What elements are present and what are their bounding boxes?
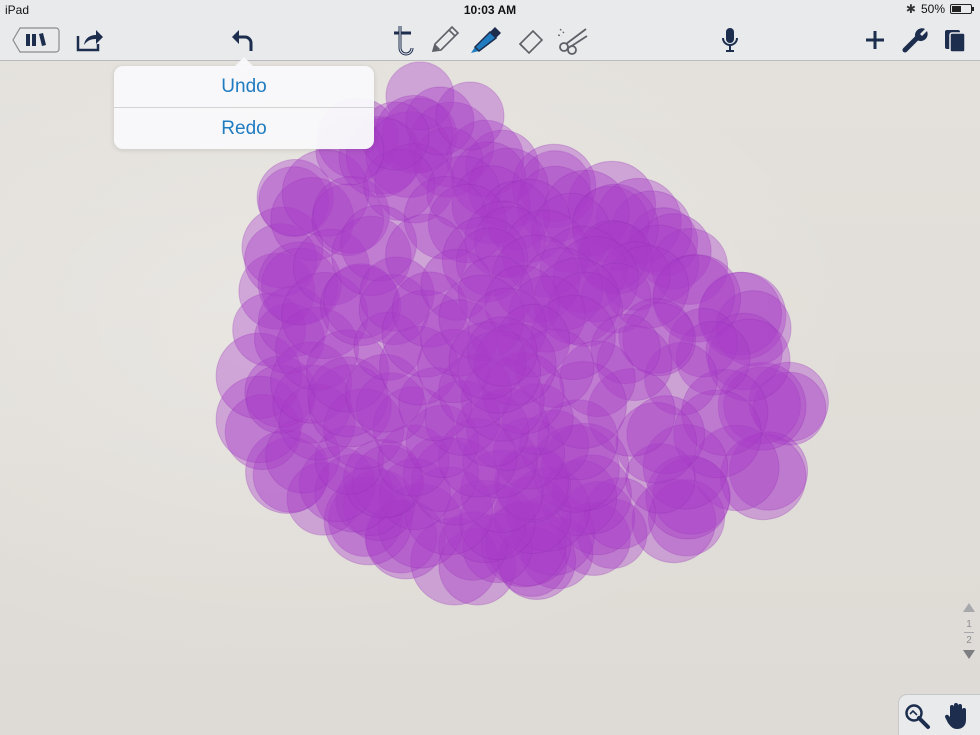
scissors-icon bbox=[557, 28, 588, 55]
drawing-canvas[interactable] bbox=[0, 61, 980, 735]
undo-menu-item[interactable]: Undo bbox=[114, 66, 374, 107]
toolbar bbox=[0, 20, 980, 61]
share-button[interactable] bbox=[74, 24, 106, 56]
microphone-icon bbox=[722, 28, 738, 52]
library-icon bbox=[12, 27, 60, 53]
undo-button[interactable] bbox=[228, 24, 258, 56]
purple-ink-drawing bbox=[215, 61, 829, 606]
battery-percent: 50% bbox=[920, 2, 945, 16]
page-separator bbox=[964, 632, 974, 633]
hand-icon bbox=[944, 703, 966, 729]
text-tool-icon bbox=[394, 26, 414, 56]
canvas-controls bbox=[898, 694, 980, 735]
eraser-tool-button[interactable] bbox=[514, 24, 548, 56]
status-bar: iPad 10:03 AM ✱ 50% bbox=[0, 0, 980, 20]
pages-icon bbox=[945, 30, 966, 53]
pan-button[interactable] bbox=[941, 701, 971, 731]
page-up-icon[interactable] bbox=[963, 603, 975, 612]
page-indicator: 1 2 bbox=[958, 603, 980, 669]
ink-circle bbox=[435, 81, 505, 151]
status-right: ✱ 50% bbox=[905, 2, 974, 16]
bluetooth-icon: ✱ bbox=[905, 2, 916, 16]
pages-button[interactable] bbox=[941, 24, 971, 56]
add-button[interactable] bbox=[861, 24, 889, 56]
microphone-button[interactable] bbox=[716, 24, 744, 56]
settings-button[interactable] bbox=[901, 24, 931, 56]
redo-menu-item[interactable]: Redo bbox=[114, 108, 374, 149]
scissors-tool-button[interactable] bbox=[555, 24, 591, 56]
ink-circle bbox=[467, 316, 538, 387]
share-icon bbox=[76, 30, 103, 52]
page-down-icon[interactable] bbox=[963, 650, 975, 659]
clock: 10:03 AM bbox=[463, 3, 517, 17]
undo-redo-popover: Undo Redo bbox=[114, 57, 374, 149]
battery-icon bbox=[950, 4, 974, 14]
zoom-icon bbox=[905, 704, 930, 729]
text-tool-button[interactable] bbox=[389, 24, 419, 56]
pen-icon bbox=[431, 25, 460, 52]
total-pages: 2 bbox=[966, 635, 972, 646]
current-page: 1 bbox=[966, 619, 972, 630]
wrench-icon bbox=[902, 28, 928, 53]
add-icon bbox=[866, 31, 884, 49]
zoom-button[interactable] bbox=[902, 701, 932, 731]
undo-icon bbox=[232, 30, 253, 51]
library-button[interactable] bbox=[12, 24, 60, 56]
highlighter-tool-button[interactable] bbox=[467, 24, 505, 56]
pen-tool-button[interactable] bbox=[428, 24, 462, 56]
highlighter-icon bbox=[471, 27, 501, 53]
eraser-icon bbox=[518, 29, 544, 54]
